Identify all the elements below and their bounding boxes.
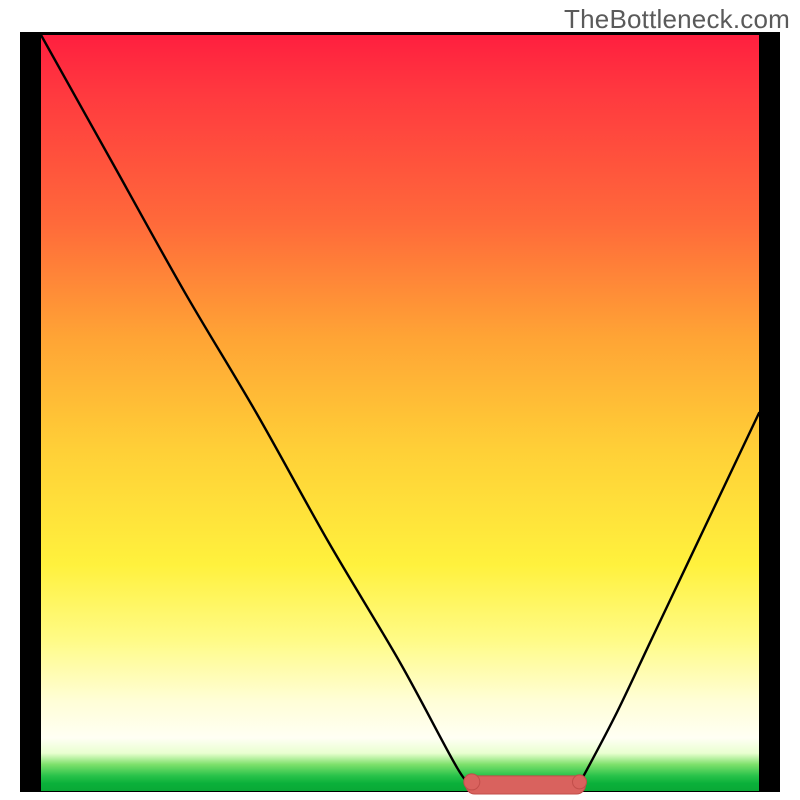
curve-layer (41, 35, 759, 788)
plot-frame (20, 32, 780, 792)
watermark-text: TheBottleneck.com (564, 4, 790, 35)
valley-capsule (466, 776, 586, 794)
valley-marker (573, 775, 587, 789)
bottleneck-curve (41, 35, 759, 788)
valley-marker (464, 774, 480, 790)
chart-svg (41, 35, 759, 791)
marker-layer (464, 774, 587, 794)
chart-stage: TheBottleneck.com (0, 0, 800, 800)
